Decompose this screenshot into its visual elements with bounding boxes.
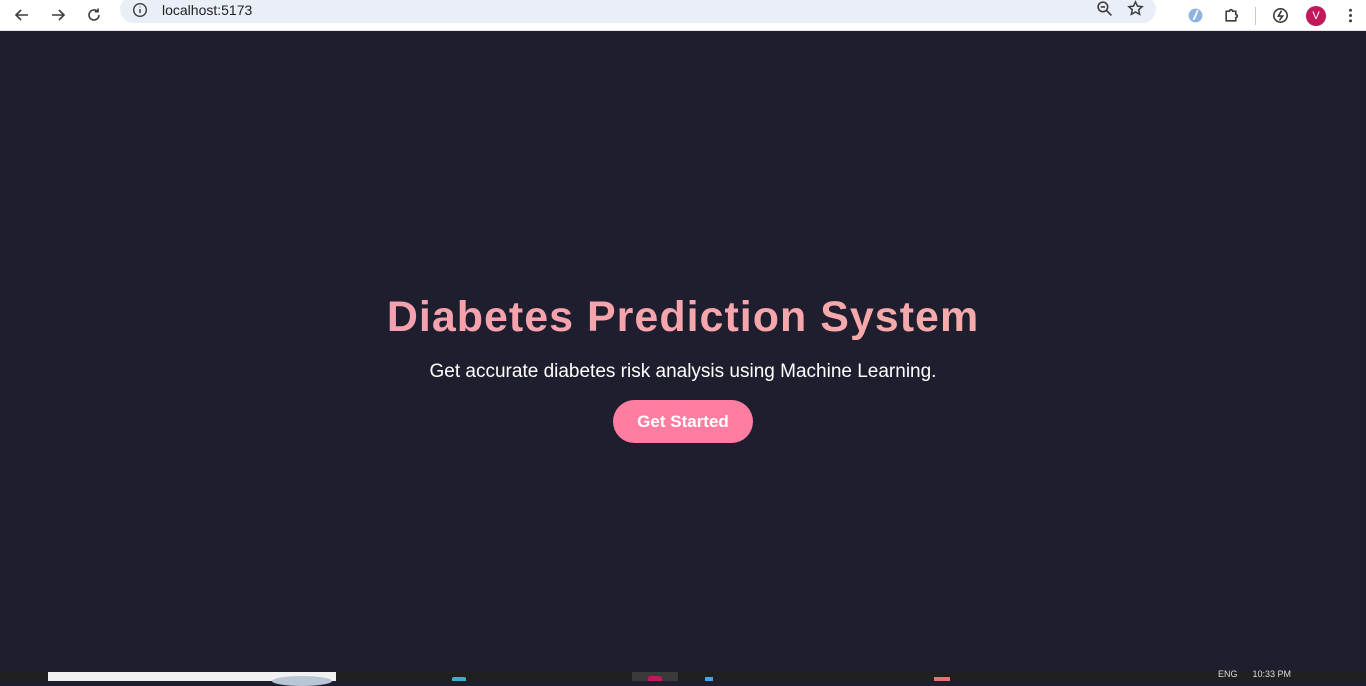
extensions-button[interactable]	[1213, 3, 1249, 29]
tray-clock[interactable]: 10:33 PM	[1253, 669, 1292, 679]
hero-subtitle: Get accurate diabetes risk analysis usin…	[429, 361, 937, 382]
extension-icon	[1188, 8, 1202, 23]
taskbar-app-icon[interactable]	[705, 677, 713, 681]
profile-button[interactable]: V	[1298, 3, 1334, 29]
arrow-right-icon	[52, 9, 66, 21]
forward-button[interactable]	[40, 2, 76, 28]
performance-button[interactable]	[1262, 3, 1298, 29]
system-tray[interactable]: ENG 10:33 PM	[1218, 669, 1291, 679]
arrow-left-icon	[14, 9, 28, 21]
address-bar[interactable]: localhost:5173	[120, 0, 1156, 23]
avatar: V	[1306, 5, 1326, 26]
reload-button[interactable]	[76, 2, 112, 28]
os-taskbar: ENG 10:33 PM	[0, 669, 1366, 686]
info-icon[interactable]	[132, 2, 148, 18]
page-content: Diabetes Prediction System Get accurate …	[0, 31, 1366, 672]
hero-section: Diabetes Prediction System Get accurate …	[0, 289, 1366, 443]
taskbar-app-icon[interactable]	[934, 677, 950, 681]
puzzle-icon	[1224, 8, 1238, 22]
taskbar-preview-thumbnail[interactable]	[48, 672, 336, 686]
toolbar-divider	[1255, 6, 1256, 25]
thumbnail-graphic	[272, 676, 332, 686]
kebab-menu-icon	[1348, 8, 1352, 23]
taskbar-chrome-icon[interactable]	[648, 676, 662, 681]
taskbar-app-icon[interactable]	[452, 677, 466, 681]
browser-toolbar: localhost:5173 V	[0, 0, 1366, 31]
get-started-button[interactable]: Get Started	[613, 400, 753, 443]
tray-language[interactable]: ENG	[1218, 669, 1238, 679]
menu-button[interactable]	[1334, 3, 1366, 29]
extension-button[interactable]	[1177, 3, 1213, 29]
back-button[interactable]	[4, 2, 40, 28]
star-icon[interactable]	[1127, 0, 1144, 17]
url-text[interactable]: localhost:5173	[162, 2, 252, 18]
zoom-icon[interactable]	[1096, 0, 1113, 17]
performance-icon	[1272, 8, 1288, 23]
reload-icon	[88, 8, 100, 21]
page-title: Diabetes Prediction System	[0, 289, 1366, 345]
